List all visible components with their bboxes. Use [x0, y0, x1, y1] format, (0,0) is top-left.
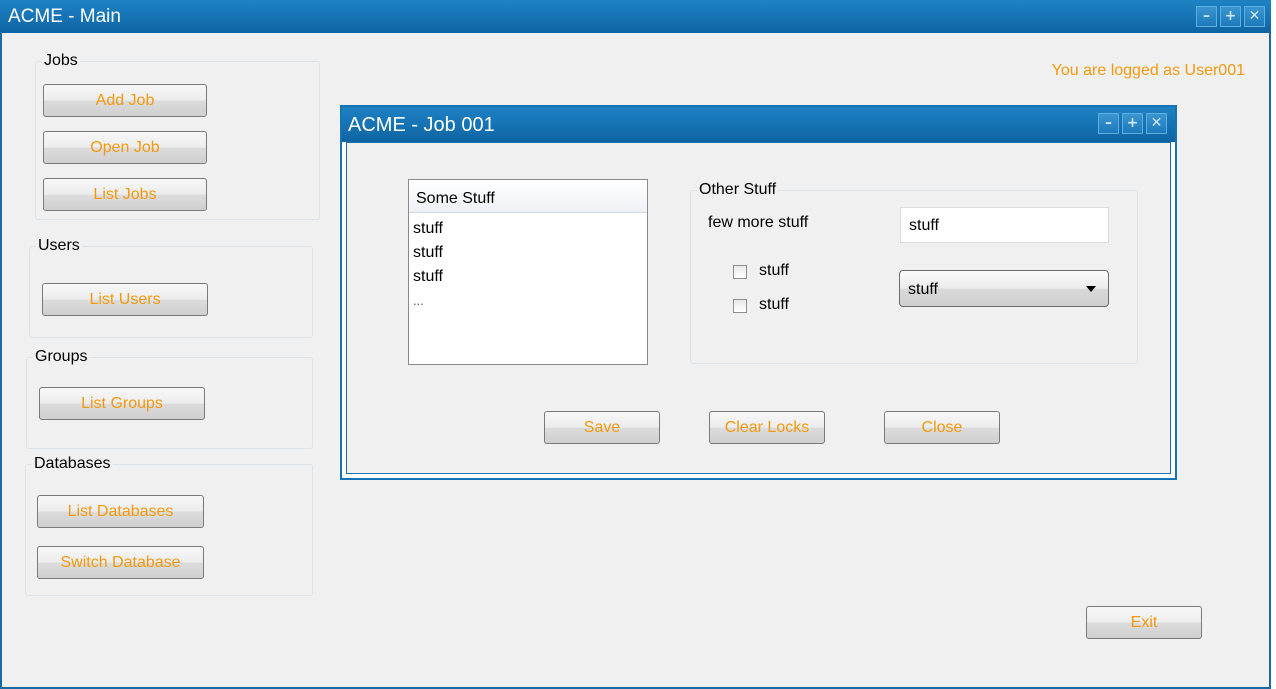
main-window-title: ACME - Main	[8, 6, 121, 27]
close-job-button[interactable]: Close	[884, 411, 1000, 444]
stuff-text-field[interactable]: stuff	[900, 207, 1109, 243]
dropdown-value: stuff	[908, 281, 938, 298]
jobs-group: Jobs Add Job Open Job List Jobs	[35, 52, 320, 220]
few-more-stuff-label: few more stuff	[708, 214, 809, 231]
list-users-button[interactable]: List Users	[42, 283, 208, 316]
groups-legend: Groups	[33, 348, 90, 366]
stuff-checkbox-2[interactable]	[733, 299, 747, 313]
add-job-button[interactable]: Add Job	[43, 84, 207, 117]
close-button[interactable]: ✕	[1244, 6, 1265, 27]
list-groups-button[interactable]: List Groups	[39, 387, 205, 420]
some-stuff-list[interactable]: Some Stuff stuff stuff stuff ...	[408, 179, 648, 365]
databases-legend: Databases	[32, 455, 113, 473]
list-jobs-button[interactable]: List Jobs	[43, 178, 207, 211]
users-legend: Users	[36, 237, 82, 255]
job-titlebar[interactable]: ACME - Job 001 – + ✕	[340, 105, 1177, 142]
users-group: Users List Users	[29, 237, 313, 338]
job-maximize-button[interactable]: +	[1122, 113, 1143, 134]
job-minimize-button[interactable]: –	[1098, 113, 1119, 134]
list-item[interactable]: stuff	[409, 237, 647, 261]
job-window: ACME - Job 001 – + ✕ Some Stuff stuff st…	[340, 105, 1177, 480]
list-databases-button[interactable]: List Databases	[37, 495, 204, 528]
other-stuff-legend: Other Stuff	[697, 181, 779, 199]
job-body: Some Stuff stuff stuff stuff ... Other S…	[346, 142, 1171, 474]
list-item[interactable]: ...	[409, 285, 647, 309]
list-item[interactable]: stuff	[409, 213, 647, 237]
jobs-legend: Jobs	[42, 52, 80, 70]
open-job-button[interactable]: Open Job	[43, 131, 207, 164]
list-item[interactable]: stuff	[409, 261, 647, 285]
job-close-button[interactable]: ✕	[1146, 113, 1167, 134]
groups-group: Groups List Groups	[26, 348, 313, 449]
chevron-down-icon	[1086, 286, 1096, 292]
login-status: You are logged as User001	[1051, 62, 1245, 79]
databases-group: Databases List Databases Switch Database	[25, 455, 313, 596]
exit-button[interactable]: Exit	[1086, 606, 1202, 639]
list-header: Some Stuff	[409, 180, 647, 213]
stuff-checkbox-2-label: stuff	[759, 296, 789, 313]
job-window-title: ACME - Job 001	[348, 114, 495, 136]
other-stuff-group: Other Stuff few more stuff stuff stuff s…	[690, 181, 1138, 364]
maximize-button[interactable]: +	[1220, 6, 1241, 27]
save-button[interactable]: Save	[544, 411, 660, 444]
main-titlebar[interactable]: ACME - Main – + ✕	[0, 0, 1271, 33]
clear-locks-button[interactable]: Clear Locks	[709, 411, 825, 444]
stuff-checkbox-1[interactable]	[733, 265, 747, 279]
stuff-checkbox-1-label: stuff	[759, 262, 789, 279]
stuff-dropdown[interactable]: stuff	[899, 270, 1109, 307]
minimize-button[interactable]: –	[1196, 6, 1217, 27]
switch-database-button[interactable]: Switch Database	[37, 546, 204, 579]
